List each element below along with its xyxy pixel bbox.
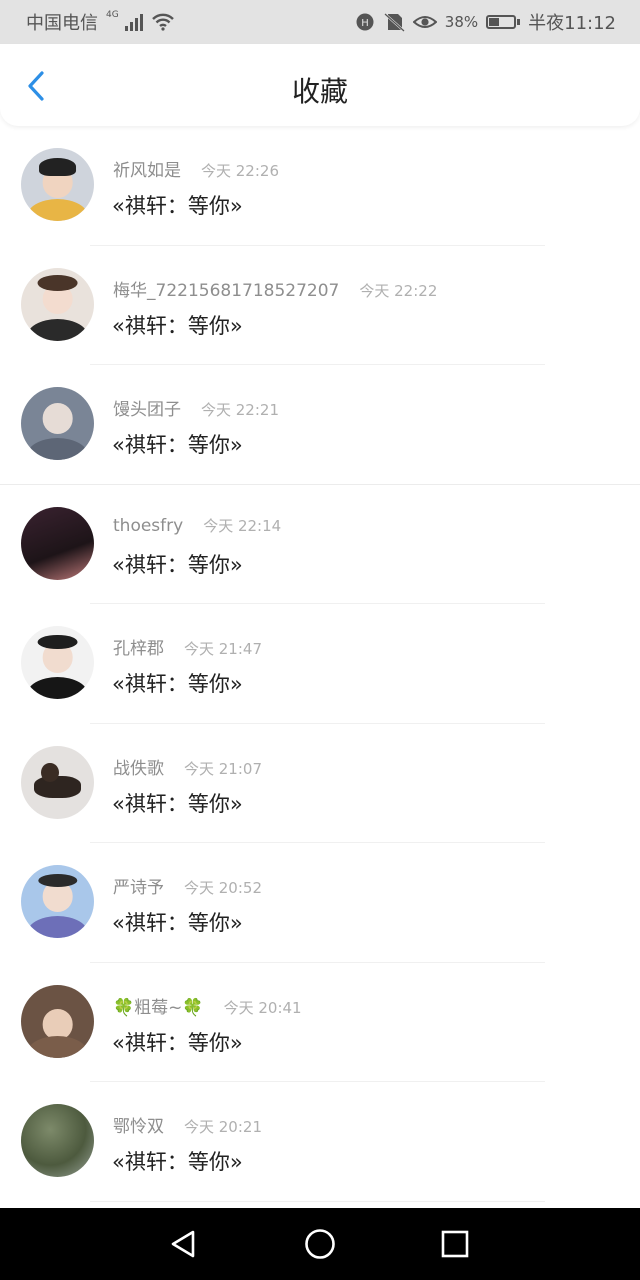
timestamp: 今天 21:47 (184, 640, 262, 658)
message-text: «祺轩：等你» (112, 911, 243, 935)
status-bar: 中国电信 4G H 38% 半夜11:12 (0, 0, 640, 44)
hd-icon: H (356, 13, 374, 31)
divider (90, 1200, 545, 1202)
item-meta: 鄂怜双 今天 20:21 (113, 1112, 262, 1137)
clover-emoji: 🍀 (182, 997, 204, 1018)
favorites-list: 祈风如是 今天 22:26 «祺轩：等你» 梅华_7221568171852720… (0, 126, 640, 1202)
wifi-icon (151, 13, 174, 31)
user-name: 粗莓~ (134, 997, 183, 1018)
clover-emoji: 🍀 (113, 997, 135, 1018)
item-meta: 🍀粗莓~🍀 今天 20:41 (113, 993, 302, 1018)
message-text: «祺轩：等你» (112, 313, 243, 338)
message-text: «祺轩：等你» (112, 552, 243, 577)
message-text: «祺轩：等你» (112, 1150, 243, 1174)
triangle-back-icon (171, 1230, 195, 1258)
nav-recents-button[interactable] (435, 1228, 475, 1260)
item-meta: 祈风如是 今天 22:26 (113, 156, 279, 181)
timestamp: 今天 21:07 (184, 759, 262, 778)
timestamp: 今天 22:21 (201, 401, 279, 419)
list-item[interactable]: 鄂怜双 今天 20:21 «祺轩：等你» (0, 1082, 640, 1202)
circle-home-icon (305, 1229, 335, 1259)
svg-text:H: H (361, 18, 369, 29)
avatar (21, 626, 94, 699)
eye-icon (412, 16, 437, 28)
item-meta: 严诗予 今天 20:52 (113, 873, 262, 898)
timestamp: 今天 22:14 (203, 516, 282, 535)
timestamp: 今天 20:52 (184, 879, 262, 897)
user-name: 孔梓郡 (113, 639, 164, 659)
message-text: «祺轩：等你» (112, 791, 243, 816)
square-recents-icon (441, 1230, 469, 1258)
nav-back-button[interactable] (163, 1228, 203, 1260)
avatar (21, 865, 94, 938)
message-text: «祺轩：等你» (112, 194, 243, 218)
user-name: 梅华_72215681718527207 (113, 280, 340, 301)
message-text: «祺轩：等你» (112, 672, 243, 696)
clock: 半夜11:12 (528, 13, 616, 34)
user-name: 战佚歌 (113, 758, 164, 779)
list-item[interactable]: 祈风如是 今天 22:26 «祺轩：等你» (0, 126, 640, 246)
user-name: 严诗予 (113, 878, 164, 898)
item-meta: 战佚歌 今天 21:07 (113, 754, 262, 779)
item-meta: thoesfry 今天 22:14 (113, 515, 281, 536)
list-item[interactable]: 梅华_72215681718527207 今天 22:22 «祺轩：等你» (0, 246, 640, 365)
list-item[interactable]: 战佚歌 今天 21:07 «祺轩：等你» (0, 724, 640, 843)
item-meta: 梅华_72215681718527207 今天 22:22 (113, 276, 437, 301)
battery-percent: 38% (444, 13, 479, 31)
user-name: 祈风如是 (113, 161, 181, 181)
avatar (21, 387, 94, 460)
message-text: «祺轩：等你» (112, 1030, 243, 1055)
timestamp: 今天 22:22 (359, 281, 438, 300)
user-name: 馒头团子 (113, 400, 181, 420)
signal-icon (124, 13, 143, 31)
timestamp: 今天 20:41 (223, 998, 302, 1017)
nav-home-button[interactable] (300, 1228, 340, 1260)
list-item[interactable]: 馒头团子 今天 22:21 «祺轩：等你» (0, 365, 640, 485)
avatar (21, 148, 94, 221)
network-type: 4G (106, 10, 119, 20)
battery-icon (486, 15, 521, 29)
item-meta: 馒头团子 今天 22:21 (113, 395, 279, 420)
avatar (21, 745, 94, 819)
list-item[interactable]: thoesfry 今天 22:14 «祺轩：等你» (0, 485, 640, 604)
avatar (21, 267, 94, 341)
item-meta: 孔梓郡 今天 21:47 (113, 634, 262, 659)
avatar (21, 984, 94, 1058)
list-item[interactable]: 🍀粗莓~🍀 今天 20:41 «祺轩：等你» (0, 963, 640, 1082)
system-nav-bar (0, 1208, 640, 1280)
no-sim-icon (383, 13, 405, 32)
user-name: thoesfry (113, 515, 184, 536)
timestamp: 今天 22:26 (201, 162, 279, 180)
avatar (21, 1104, 94, 1177)
timestamp: 今天 20:21 (184, 1118, 262, 1136)
message-text: «祺轩：等你» (112, 433, 243, 457)
carrier-label: 中国电信 (26, 13, 98, 34)
user-name: 鄂怜双 (113, 1117, 164, 1137)
header: 收藏 (0, 44, 640, 126)
list-item[interactable]: 孔梓郡 今天 21:47 «祺轩：等你» (0, 604, 640, 724)
page-title: 收藏 (291, 75, 348, 108)
list-item[interactable]: 严诗予 今天 20:52 «祺轩：等你» (0, 843, 640, 963)
avatar (21, 506, 94, 580)
